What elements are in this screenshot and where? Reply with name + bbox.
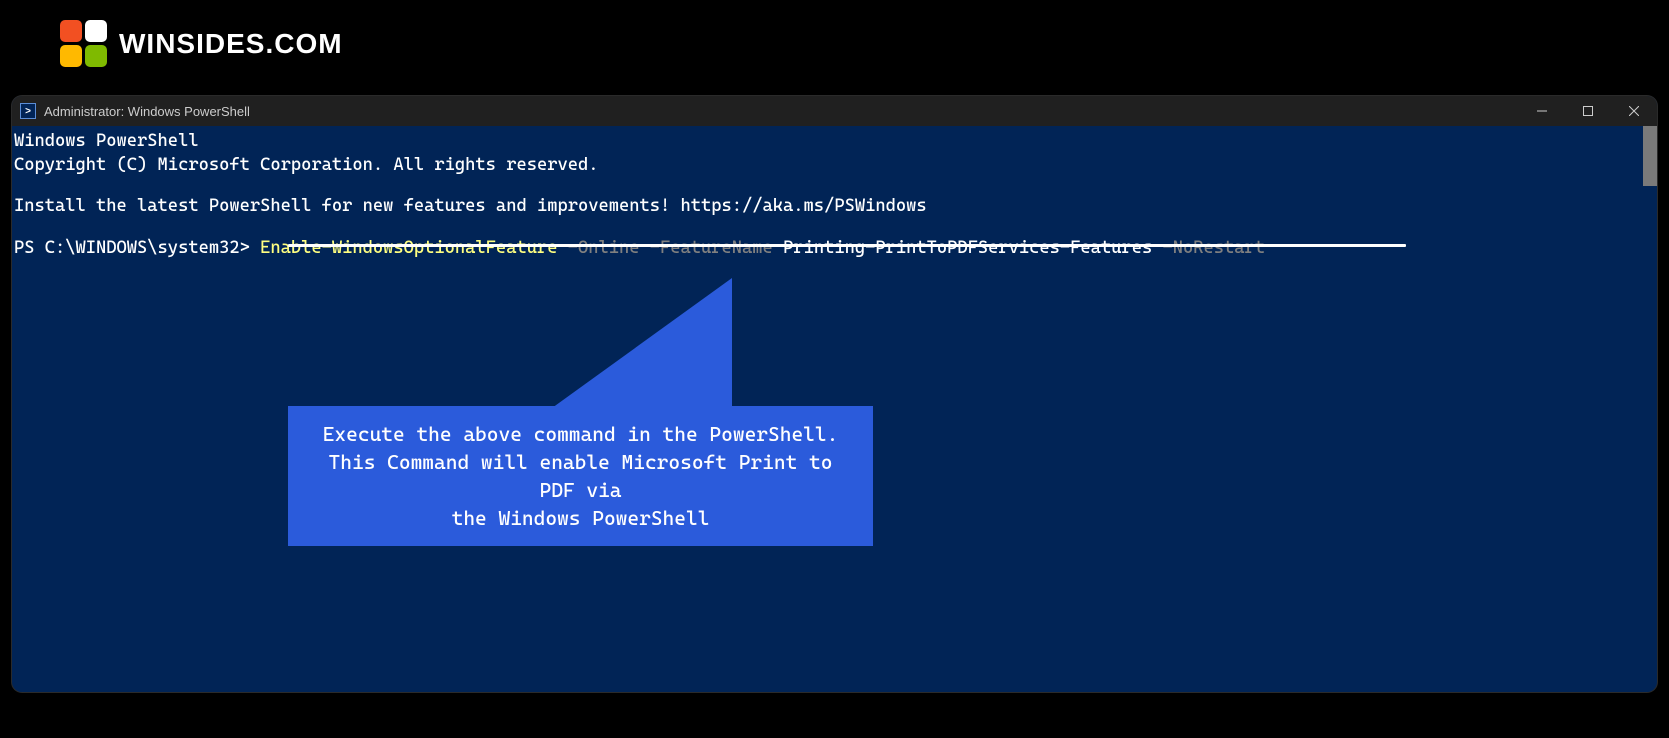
- window-title: Administrator: Windows PowerShell: [44, 104, 250, 119]
- cmdlet-name: Enable-WindowsOptionalFeature: [260, 238, 557, 258]
- annotation-callout: Execute the above command in the PowerSh…: [288, 406, 873, 546]
- brand-logo: WINSIDES.COM: [60, 20, 343, 67]
- winsides-logo-icon: [60, 20, 107, 67]
- window-titlebar[interactable]: > Administrator: Windows PowerShell: [12, 96, 1657, 126]
- close-button[interactable]: [1611, 96, 1657, 126]
- callout-line1: Execute the above command in the PowerSh…: [306, 420, 855, 448]
- window-controls: [1519, 96, 1657, 126]
- terminal-line-install-hint: Install the latest PowerShell for new fe…: [14, 195, 1655, 219]
- maximize-icon: [1583, 106, 1593, 116]
- callout-line2: This Command will enable Microsoft Print…: [306, 448, 855, 504]
- terminal-command-line: PS C:\WINDOWS\system32> Enable-WindowsOp…: [14, 237, 1655, 261]
- maximize-button[interactable]: [1565, 96, 1611, 126]
- callout-line3: the Windows PowerShell: [306, 504, 855, 532]
- param-norestart: -NoRestart: [1152, 238, 1265, 258]
- prompt-text: PS C:\WINDOWS\system32>: [14, 238, 260, 258]
- terminal-body[interactable]: Windows PowerShell Copyright (C) Microso…: [12, 126, 1657, 692]
- brand-text: WINSIDES.COM: [119, 28, 343, 60]
- minimize-icon: [1537, 106, 1547, 116]
- powershell-icon: >: [20, 103, 36, 119]
- powershell-window: > Administrator: Windows PowerShell Wind…: [12, 96, 1657, 692]
- close-icon: [1629, 106, 1639, 116]
- terminal-line-header2: Copyright (C) Microsoft Corporation. All…: [14, 154, 1655, 178]
- command-underline: [288, 244, 1406, 247]
- param-online: -Online: [557, 238, 639, 258]
- param-featurename: -FeatureName: [640, 238, 773, 258]
- minimize-button[interactable]: [1519, 96, 1565, 126]
- vertical-scrollbar[interactable]: [1643, 126, 1657, 186]
- callout-arrow-icon: [552, 278, 762, 418]
- terminal-line-header1: Windows PowerShell: [14, 130, 1655, 154]
- feature-value: Printing-PrintToPDFServices-Features: [773, 238, 1152, 258]
